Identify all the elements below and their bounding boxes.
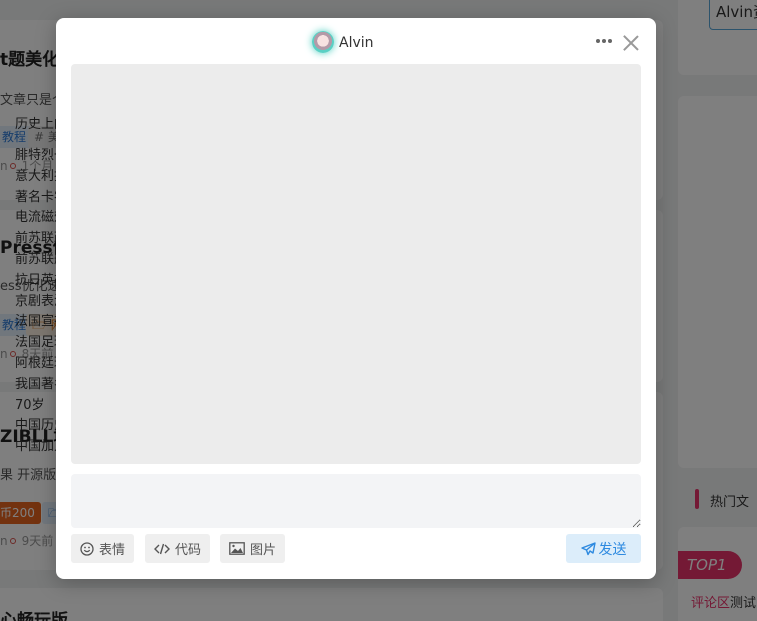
code-button-label: 代码 <box>175 543 202 558</box>
code-icon <box>154 543 170 555</box>
image-icon <box>229 542 245 555</box>
send-button[interactable]: 发送 <box>566 534 641 563</box>
image-button-label: 图片 <box>250 543 277 558</box>
more-options-icon[interactable] <box>596 39 612 45</box>
image-button[interactable]: 图片 <box>220 534 286 563</box>
chat-modal: Alvin 表情 代码 图片 发送 <box>56 18 656 579</box>
close-icon[interactable] <box>623 35 639 51</box>
avatar <box>312 31 334 53</box>
paper-plane-icon <box>580 541 596 556</box>
code-button[interactable]: 代码 <box>145 534 211 563</box>
emoji-button-label: 表情 <box>99 543 126 558</box>
message-input[interactable] <box>71 474 641 528</box>
message-history-area[interactable] <box>71 64 641 464</box>
emoji-button[interactable]: 表情 <box>71 534 135 563</box>
chat-user-name: Alvin <box>339 35 374 51</box>
modal-header: Alvin <box>56 18 656 64</box>
send-button-label: 发送 <box>598 541 627 558</box>
smile-icon <box>80 541 94 556</box>
